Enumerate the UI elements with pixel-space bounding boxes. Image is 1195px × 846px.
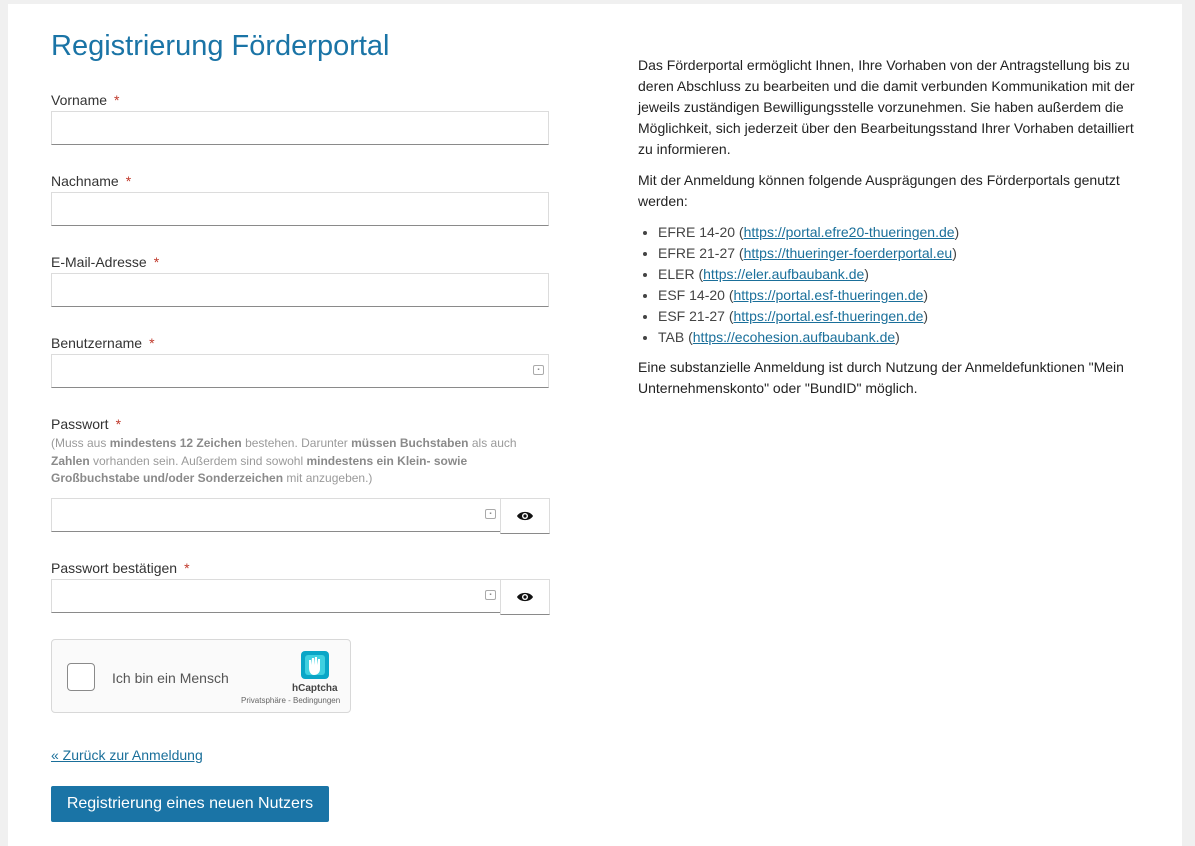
- portal-name: EFRE 21-27: [658, 245, 736, 261]
- benutzername-label-text: Benutzername: [51, 335, 143, 351]
- portal-name: TAB: [658, 329, 685, 345]
- portal-name: ELER: [658, 266, 695, 282]
- required-mark: *: [115, 416, 122, 432]
- list-item: TAB (https://ecohesion.aufbaubank.de): [658, 327, 1143, 348]
- hint-part: (Muss aus: [51, 436, 110, 450]
- email-input[interactable]: [51, 273, 549, 307]
- autofill-icon[interactable]: ▪: [485, 509, 496, 519]
- required-mark: *: [149, 335, 155, 351]
- info-panel: Das Förderportal ermöglicht Ihnen, Ihre …: [638, 55, 1143, 409]
- portal-link[interactable]: https://portal.esf-thueringen.de: [734, 287, 924, 303]
- back-to-login-link[interactable]: « Zurück zur Anmeldung: [51, 747, 203, 763]
- email-label: E-Mail-Adresse *: [51, 254, 159, 270]
- captcha-label: Ich bin ein Mensch: [112, 670, 229, 686]
- list-item: ESF 14-20 (https://portal.esf-thueringen…: [658, 285, 1143, 306]
- list-item: ELER (https://eler.aufbaubank.de): [658, 264, 1143, 285]
- show-password-button[interactable]: [500, 498, 550, 534]
- hcaptcha-logo-icon: [301, 651, 329, 679]
- portal-link[interactable]: https://eler.aufbaubank.de: [703, 266, 864, 282]
- nachname-label: Nachname *: [51, 173, 131, 189]
- portal-link[interactable]: https://portal.efre20-thueringen.de: [744, 224, 955, 240]
- benutzername-input[interactable]: ▪: [51, 354, 549, 388]
- captcha-brand: hCaptcha: [292, 683, 338, 694]
- required-mark: *: [153, 254, 160, 270]
- portal-link[interactable]: https://portal.esf-thueringen.de: [734, 308, 924, 324]
- passwort-input[interactable]: ▪: [51, 498, 501, 532]
- info-outro: Eine substanzielle Anmeldung ist durch N…: [638, 359, 1124, 396]
- passwort-label-text: Passwort: [51, 416, 109, 432]
- passwort-bestaetigen-label-text: Passwort bestätigen: [51, 560, 178, 576]
- required-mark: *: [184, 560, 190, 576]
- hint-part: mit anzugeben.): [283, 471, 373, 485]
- registration-card: Registrierung Förderportal Vorname * Nach…: [8, 4, 1182, 846]
- list-item: ESF 21-27 (https://portal.esf-thueringen…: [658, 306, 1143, 327]
- portal-name: ESF 14-20: [658, 287, 725, 303]
- hint-part: als auch: [468, 436, 517, 450]
- portal-name: ESF 21-27: [658, 308, 725, 324]
- autofill-icon[interactable]: ▪: [533, 365, 544, 375]
- eye-icon: [517, 511, 533, 521]
- hint-bold: müssen Buchstaben: [351, 436, 469, 450]
- vorname-label: Vorname *: [51, 92, 120, 108]
- vorname-label-text: Vorname: [51, 92, 108, 108]
- hint-bold: mindestens 12 Zeichen: [109, 436, 242, 450]
- autofill-icon[interactable]: ▪: [485, 590, 496, 600]
- captcha-checkbox[interactable]: [67, 663, 95, 691]
- nachname-label-text: Nachname: [51, 173, 119, 189]
- portal-link[interactable]: https://ecohesion.aufbaubank.de: [693, 329, 895, 345]
- list-item: EFRE 14-20 (https://portal.efre20-thueri…: [658, 222, 1143, 243]
- portal-link[interactable]: https://thueringer-foerderportal.eu: [744, 245, 953, 261]
- hcaptcha-widget: Ich bin ein Mensch hCaptcha Privatsphäre…: [51, 639, 351, 713]
- captcha-links[interactable]: Privatsphäre - Bedingungen: [241, 696, 340, 705]
- info-intro: Das Förderportal ermöglicht Ihnen, Ihre …: [638, 57, 1135, 157]
- eye-icon: [517, 592, 533, 602]
- passwort-label: Passwort *: [51, 416, 121, 432]
- required-mark: *: [114, 92, 120, 108]
- required-mark: *: [125, 173, 132, 189]
- hint-part: bestehen. Darunter: [241, 436, 352, 450]
- benutzername-label: Benutzername *: [51, 335, 155, 351]
- page-title: Registrierung Förderportal: [51, 30, 390, 62]
- password-hint: (Muss aus mindestens 12 Zeichen bestehen…: [51, 435, 551, 488]
- register-button[interactable]: Registrierung eines neuen Nutzers: [51, 786, 329, 822]
- passwort-bestaetigen-input[interactable]: ▪: [51, 579, 501, 613]
- passwort-bestaetigen-label: Passwort bestätigen *: [51, 560, 190, 576]
- hint-bold: Zahlen: [51, 453, 90, 468]
- vorname-input[interactable]: [51, 111, 549, 145]
- nachname-input[interactable]: [51, 192, 549, 226]
- portal-name: EFRE 14-20: [658, 224, 736, 240]
- portal-list: EFRE 14-20 (https://portal.efre20-thueri…: [638, 222, 1143, 348]
- show-password-confirm-button[interactable]: [500, 579, 550, 615]
- hint-part: vorhanden sein. Außerdem sind sowohl: [89, 453, 307, 468]
- list-item: EFRE 21-27 (https://thueringer-foerderpo…: [658, 243, 1143, 264]
- info-list-intro: Mit der Anmeldung können folgende Ausprä…: [638, 172, 1120, 209]
- email-label-text: E-Mail-Adresse: [51, 254, 147, 270]
